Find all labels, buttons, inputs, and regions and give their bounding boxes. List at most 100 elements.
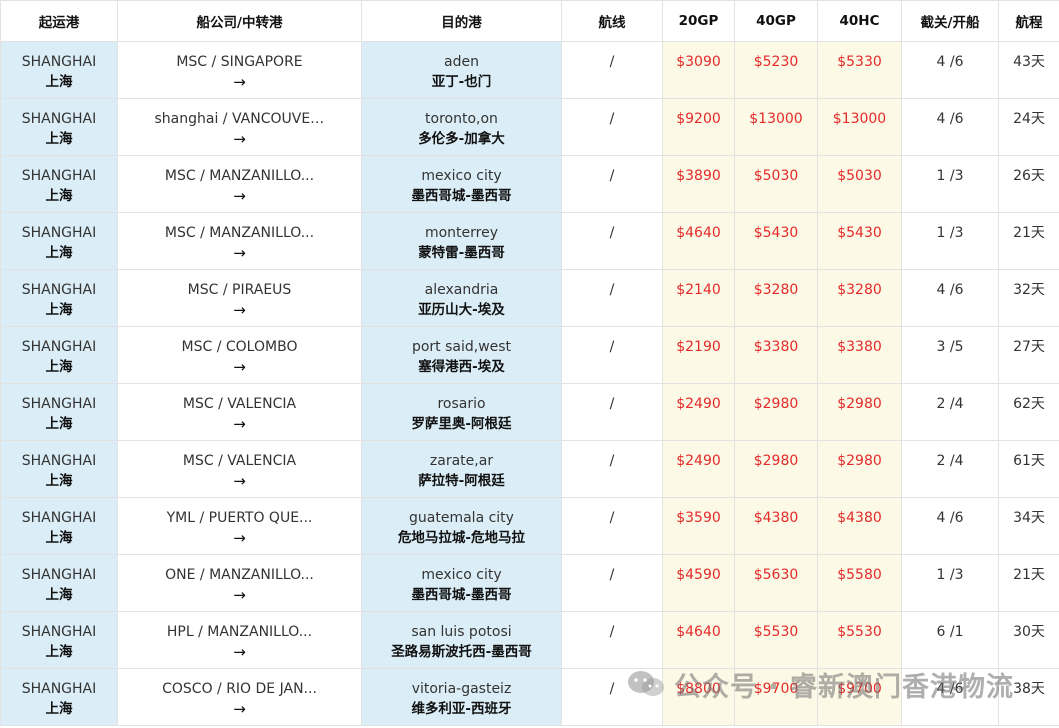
transit-days: 32天: [1013, 282, 1045, 298]
destination-port-en: port said,west: [411, 339, 512, 355]
carrier-transit-port[interactable]: HPL / MANZANILLO...: [155, 622, 325, 642]
price-40hc: $5530: [837, 624, 882, 640]
carrier-transit-port[interactable]: COSCO / RIO DE JAN...: [155, 679, 325, 699]
carrier-cell[interactable]: MSC / VALENCIA →: [117, 440, 362, 498]
price-20gp: $2490: [676, 453, 721, 469]
price-40hc-cell: $5530: [817, 611, 902, 669]
carrier-cell[interactable]: YML / PUERTO QUE... →: [117, 497, 362, 555]
route-cell: /: [561, 155, 663, 213]
carrier-cell[interactable]: COSCO / RIO DE JAN... →: [117, 668, 362, 726]
carrier-transit-port[interactable]: MSC / MANZANILLO...: [155, 223, 325, 243]
price-40hc: $3380: [837, 339, 882, 355]
origin-port-cn: 上海: [45, 302, 73, 318]
schedule-cell: 4 /6: [901, 98, 999, 156]
transit-days: 34天: [1013, 510, 1045, 526]
route-cell: /: [561, 440, 663, 498]
transit-days: 62天: [1013, 396, 1045, 412]
cutoff-sailing-days: 3 /5: [936, 339, 964, 355]
table-row[interactable]: SHANGHAI 上海 shanghai / VANCOUVER,... → toron…: [0, 98, 1059, 156]
table-header-row: 起运港 船公司/中转港 目的港 航线 20GP 40GP 40HC 截关/开船 …: [0, 0, 1059, 42]
table-row[interactable]: SHANGHAI 上海 COSCO / RIO DE JAN... → vitoria-…: [0, 668, 1059, 726]
carrier-cell[interactable]: MSC / PIRAEUS →: [117, 269, 362, 327]
transit-cell: 27天: [998, 326, 1059, 384]
cutoff-sailing-days: 2 /4: [936, 396, 964, 412]
price-40hc: $2980: [837, 396, 882, 412]
carrier-transit-port[interactable]: ONE / MANZANILLO...: [155, 565, 325, 585]
cutoff-sailing-days: 4 /6: [936, 282, 964, 298]
carrier-transit-port[interactable]: MSC / SINGAPORE: [155, 52, 325, 72]
carrier-transit-port[interactable]: YML / PUERTO QUE...: [155, 508, 325, 528]
origin-cell: SHANGHAI 上海: [0, 611, 118, 669]
table-row[interactable]: SHANGHAI 上海 MSC / VALENCIA → rosario 罗萨里奥-阿根廷…: [0, 383, 1059, 441]
transit-cell: 38天: [998, 668, 1059, 726]
route-cell: /: [561, 554, 663, 612]
table-row[interactable]: SHANGHAI 上海 YML / PUERTO QUE... → guatemala …: [0, 497, 1059, 555]
cutoff-sailing-days: 1 /3: [936, 168, 964, 184]
header-destination: 目的港: [361, 0, 562, 42]
price-40gp: $2980: [753, 396, 799, 412]
destination-cell: zarate,ar 萨拉特-阿根廷: [361, 440, 562, 498]
price-40hc-cell: $5580: [817, 554, 902, 612]
table-row[interactable]: SHANGHAI 上海 MSC / MANZANILLO... → monterrey 蒙…: [0, 212, 1059, 270]
origin-cell: SHANGHAI 上海: [0, 326, 118, 384]
cutoff-sailing-days: 1 /3: [936, 225, 964, 241]
table-row[interactable]: SHANGHAI 上海 MSC / MANZANILLO... → mexico cit…: [0, 155, 1059, 213]
carrier-cell[interactable]: MSC / COLOMBO →: [117, 326, 362, 384]
carrier-transit-port[interactable]: MSC / MANZANILLO...: [155, 166, 325, 186]
schedule-cell: 4 /6: [901, 41, 999, 99]
carrier-cell[interactable]: MSC / SINGAPORE →: [117, 41, 362, 99]
carrier-transit-port[interactable]: MSC / VALENCIA: [155, 451, 325, 471]
route-value: /: [609, 282, 615, 298]
schedule-cell: 4 /6: [901, 269, 999, 327]
origin-cell: SHANGHAI 上海: [0, 668, 118, 726]
transit-cell: 43天: [998, 41, 1059, 99]
route-value: /: [609, 510, 615, 526]
schedule-cell: 1 /3: [901, 155, 999, 213]
origin-port-en: SHANGHAI: [21, 681, 97, 697]
price-40gp-cell: $2980: [734, 383, 818, 441]
origin-cell: SHANGHAI 上海: [0, 98, 118, 156]
origin-port-en: SHANGHAI: [21, 624, 97, 640]
table-row[interactable]: SHANGHAI 上海 ONE / MANZANILLO... → mexico cit…: [0, 554, 1059, 612]
carrier-cell[interactable]: MSC / MANZANILLO... →: [117, 212, 362, 270]
transit-days: 61天: [1013, 453, 1045, 469]
destination-port-en: mexico city: [421, 567, 502, 583]
origin-port-en: SHANGHAI: [21, 453, 97, 469]
transit-cell: 34天: [998, 497, 1059, 555]
price-40gp: $5630: [753, 567, 799, 583]
origin-port-cn: 上海: [45, 359, 73, 375]
table-row[interactable]: SHANGHAI 上海 HPL / MANZANILLO... → san luis p…: [0, 611, 1059, 669]
table-row[interactable]: SHANGHAI 上海 MSC / PIRAEUS → alexandria 亚历山大-埃…: [0, 269, 1059, 327]
carrier-cell[interactable]: shanghai / VANCOUVER,... →: [117, 98, 362, 156]
route-value: /: [609, 624, 615, 640]
arrow-icon: →: [233, 301, 246, 319]
carrier-transit-port[interactable]: MSC / PIRAEUS: [155, 280, 325, 300]
carrier-cell[interactable]: MSC / VALENCIA →: [117, 383, 362, 441]
destination-port-cn: 亚历山大-埃及: [418, 302, 505, 318]
price-40gp: $5530: [753, 624, 799, 640]
carrier-cell[interactable]: HPL / MANZANILLO... →: [117, 611, 362, 669]
table-row[interactable]: SHANGHAI 上海 MSC / SINGAPORE → aden 亚丁-也门 / $309…: [0, 41, 1059, 99]
price-40hc: $5330: [837, 54, 882, 70]
cutoff-sailing-days: 4 /6: [936, 111, 964, 127]
price-40hc-cell: $2980: [817, 383, 902, 441]
price-40gp: $3280: [753, 282, 799, 298]
transit-days: 30天: [1013, 624, 1045, 640]
cutoff-sailing-days: 4 /6: [936, 510, 964, 526]
carrier-transit-port[interactable]: shanghai / VANCOUVER,...: [155, 109, 325, 129]
destination-port-cn: 蒙特雷-墨西哥: [418, 245, 505, 261]
transit-cell: 62天: [998, 383, 1059, 441]
carrier-transit-port[interactable]: MSC / VALENCIA: [155, 394, 325, 414]
carrier-cell[interactable]: ONE / MANZANILLO... →: [117, 554, 362, 612]
table-row[interactable]: SHANGHAI 上海 MSC / COLOMBO → port said,west 塞得…: [0, 326, 1059, 384]
price-40gp-cell: $5030: [734, 155, 818, 213]
destination-port-cn: 多伦多-加拿大: [418, 131, 505, 147]
carrier-transit-port[interactable]: MSC / COLOMBO: [155, 337, 325, 357]
cutoff-sailing-days: 6 /1: [936, 624, 964, 640]
table-row[interactable]: SHANGHAI 上海 MSC / VALENCIA → zarate,ar 萨拉特-阿根…: [0, 440, 1059, 498]
carrier-cell[interactable]: MSC / MANZANILLO... →: [117, 155, 362, 213]
header-route: 航线: [561, 0, 663, 42]
price-20gp-cell: $9200: [662, 98, 735, 156]
price-40gp: $9700: [753, 681, 799, 697]
arrow-icon: →: [233, 700, 246, 718]
